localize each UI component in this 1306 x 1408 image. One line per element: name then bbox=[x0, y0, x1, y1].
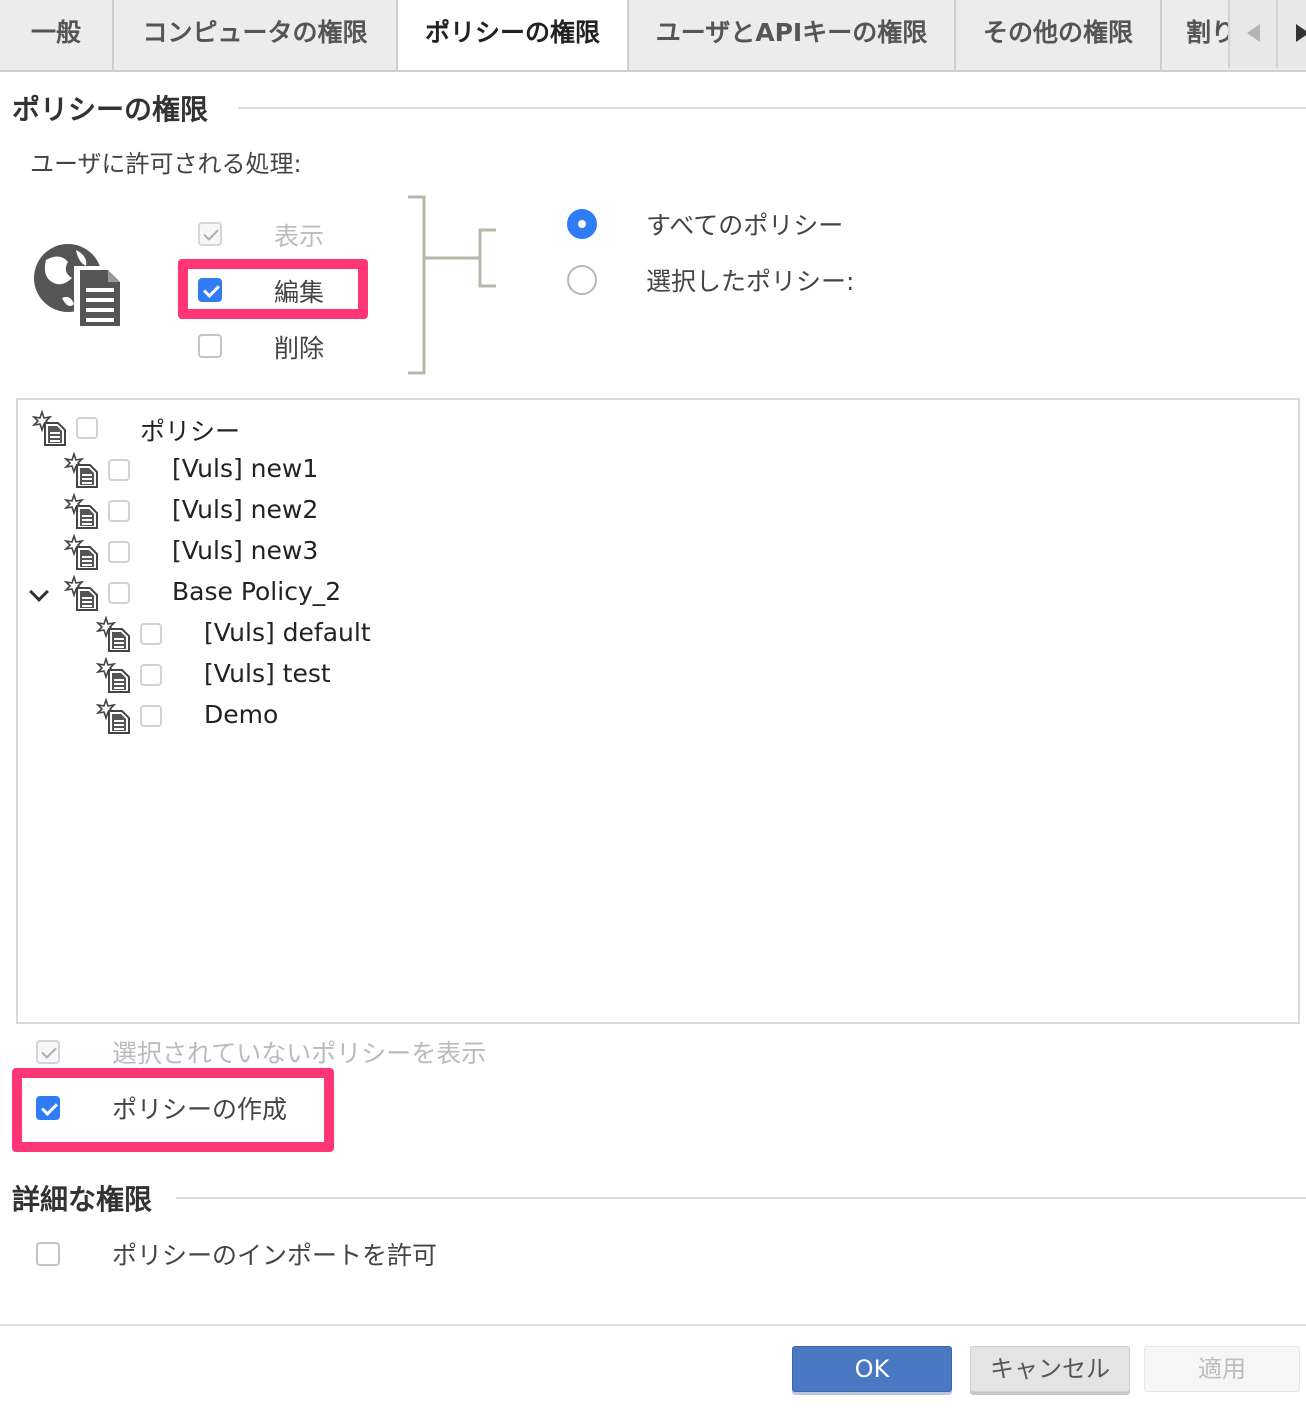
tab-computer-permissions[interactable]: コンピュータの権限 bbox=[114, 0, 398, 70]
all-policies-label[interactable]: すべてのポリシー bbox=[646, 206, 843, 242]
tab-scroll-right-button[interactable] bbox=[1276, 0, 1306, 68]
tree-checkbox[interactable] bbox=[108, 459, 130, 481]
tree-row-vuls-new3[interactable]: [Vuls] new3 bbox=[64, 532, 1164, 572]
tab-scroll-left-button[interactable] bbox=[1228, 0, 1276, 68]
tree-row-vuls-new1[interactable]: [Vuls] new1 bbox=[64, 450, 1164, 490]
cancel-button[interactable]: キャンセル bbox=[970, 1346, 1130, 1392]
allowed-actions-label: ユーザに許可される処理: bbox=[30, 150, 302, 178]
apply-button: 適用 bbox=[1144, 1346, 1300, 1392]
arrow-left-icon bbox=[1247, 24, 1260, 42]
tree-row-vuls-test[interactable]: [Vuls] test bbox=[96, 655, 1196, 695]
all-policies-radio[interactable] bbox=[567, 209, 597, 239]
tree-checkbox[interactable] bbox=[108, 582, 130, 604]
tree-label[interactable]: [Vuls] new3 bbox=[172, 536, 318, 565]
bracket-connector bbox=[408, 195, 496, 375]
policy-document-icon bbox=[64, 575, 100, 611]
section-divider bbox=[238, 107, 1306, 109]
tree-checkbox[interactable] bbox=[140, 623, 162, 645]
policy-document-icon bbox=[32, 410, 68, 446]
ok-button[interactable]: OK bbox=[792, 1346, 952, 1392]
policy-document-icon bbox=[96, 657, 132, 693]
view-checkbox bbox=[198, 222, 222, 246]
selected-policies-label[interactable]: 選択したポリシー: bbox=[646, 262, 854, 298]
delete-checkbox[interactable] bbox=[198, 334, 222, 358]
show-unselected-label: 選択されていないポリシーを表示 bbox=[112, 1039, 487, 1068]
tree-label[interactable]: [Vuls] test bbox=[204, 659, 331, 688]
section-title-advanced-permissions: 詳細な権限 bbox=[12, 1183, 153, 1216]
tree-label-root[interactable]: ポリシー bbox=[140, 412, 240, 448]
tab-assignment[interactable]: 割り bbox=[1162, 0, 1232, 70]
arrow-right-icon bbox=[1296, 24, 1306, 42]
tree-row-demo[interactable]: Demo bbox=[96, 696, 1196, 736]
tree-checkbox-root[interactable] bbox=[76, 417, 98, 439]
tab-general[interactable]: 一般 bbox=[0, 0, 114, 70]
selected-policies-radio[interactable] bbox=[567, 265, 597, 295]
chevron-down-icon[interactable] bbox=[29, 582, 49, 602]
tab-other-permissions[interactable]: その他の権限 bbox=[956, 0, 1162, 70]
edit-label[interactable]: 編集 bbox=[274, 273, 324, 309]
section-divider bbox=[176, 1197, 1306, 1199]
policy-document-icon bbox=[64, 534, 100, 570]
delete-label[interactable]: 削除 bbox=[274, 329, 324, 365]
tree-label[interactable]: [Vuls] new1 bbox=[172, 454, 318, 483]
globe-document-icon bbox=[34, 244, 124, 328]
tree-checkbox[interactable] bbox=[140, 664, 162, 686]
create-policy-label[interactable]: ポリシーの作成 bbox=[112, 1090, 287, 1126]
tree-label[interactable]: Base Policy_2 bbox=[172, 577, 341, 606]
tree-row-vuls-default[interactable]: [Vuls] default bbox=[96, 614, 1196, 654]
footer-divider bbox=[0, 1324, 1306, 1326]
tree-checkbox[interactable] bbox=[140, 705, 162, 727]
allow-import-checkbox[interactable] bbox=[36, 1242, 60, 1266]
tab-user-api-key-permissions[interactable]: ユーザとAPIキーの権限 bbox=[629, 0, 956, 70]
policy-document-icon bbox=[96, 698, 132, 734]
create-policy-checkbox[interactable] bbox=[36, 1096, 60, 1120]
tree-row-base-policy-2[interactable]: Base Policy_2 bbox=[29, 573, 1164, 613]
edit-checkbox[interactable] bbox=[198, 278, 222, 302]
tab-bar: 一般 コンピュータの権限 ポリシーの権限 ユーザとAPIキーの権限 その他の権限… bbox=[0, 0, 1306, 72]
allow-import-label[interactable]: ポリシーのインポートを許可 bbox=[112, 1236, 437, 1272]
tree-label[interactable]: [Vuls] new2 bbox=[172, 495, 318, 524]
show-unselected-checkbox bbox=[36, 1040, 60, 1064]
tree-label[interactable]: [Vuls] default bbox=[204, 618, 371, 647]
policy-tree[interactable]: ポリシー [Vuls] new1 [Vuls] new2 [Vuls] new3… bbox=[16, 398, 1300, 1024]
policy-document-icon bbox=[64, 493, 100, 529]
tree-checkbox[interactable] bbox=[108, 500, 130, 522]
tree-row-root[interactable]: ポリシー bbox=[32, 408, 1132, 448]
tab-policy-permissions[interactable]: ポリシーの権限 bbox=[398, 0, 629, 70]
policy-document-icon bbox=[64, 452, 100, 488]
tree-label[interactable]: Demo bbox=[204, 700, 278, 729]
section-title-policy-permissions: ポリシーの権限 bbox=[12, 93, 209, 126]
tree-row-vuls-new2[interactable]: [Vuls] new2 bbox=[64, 491, 1164, 531]
policy-document-icon bbox=[96, 616, 132, 652]
view-label: 表示 bbox=[274, 222, 325, 251]
tree-checkbox[interactable] bbox=[108, 541, 130, 563]
